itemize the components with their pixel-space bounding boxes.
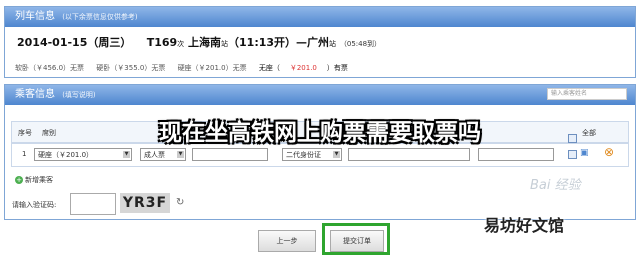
fare-soft-sleeper: 软卧（￥456.0）无票 bbox=[15, 64, 85, 72]
seat-select[interactable]: 硬座（￥201.0） ▼ bbox=[34, 148, 132, 161]
fare-standing: 无座（ ￥201.0 ）有票 bbox=[259, 64, 358, 72]
submit-order-button[interactable]: 提交订单 bbox=[330, 230, 384, 252]
ticket-type-select[interactable]: 成人票 ▼ bbox=[140, 148, 186, 161]
baidu-watermark: Bai 经验 bbox=[530, 178, 581, 193]
train-number: T169 bbox=[146, 36, 178, 49]
destination-suffix: 站 bbox=[329, 40, 337, 48]
prev-step-button[interactable]: 上一步 bbox=[258, 230, 316, 252]
passenger-header: 乘客信息 (填写说明) bbox=[5, 85, 635, 105]
captcha-label: 请输入验证码: bbox=[12, 201, 57, 209]
passenger-help-link[interactable]: (填写说明) bbox=[62, 91, 95, 99]
travel-date: 2014-01-15（周三） bbox=[17, 36, 132, 49]
add-passenger-label: 新增乘客 bbox=[25, 176, 53, 184]
arrival-time: （05:48到） bbox=[339, 40, 382, 48]
id-number-input[interactable] bbox=[348, 148, 470, 161]
overlay-title: 现在坐高铁网上购票需要取票吗 bbox=[159, 120, 481, 146]
row-checkbox[interactable] bbox=[568, 150, 577, 159]
standing-price: ￥201.0 bbox=[289, 64, 317, 72]
chevron-down-icon: ▼ bbox=[123, 151, 130, 158]
fare-list: 软卧（￥456.0）无票 硬卧（￥355.0）无票 硬座（￥201.0）无票 无… bbox=[15, 63, 368, 73]
save-icon[interactable]: ▣ bbox=[580, 148, 589, 158]
destination-station: 广州 bbox=[307, 36, 330, 49]
add-passenger-link[interactable]: + 新增乘客 bbox=[15, 175, 53, 185]
passenger-title: 乘客信息 bbox=[15, 89, 55, 100]
id-type-value: 二代身份证 bbox=[286, 151, 321, 159]
train-summary: 2014-01-15（周三） T169次 上海南站（11:13开）—广州站 （0… bbox=[17, 34, 381, 50]
name-input[interactable] bbox=[192, 148, 268, 161]
id-type-select[interactable]: 二代身份证 ▼ bbox=[282, 148, 342, 161]
standing-label: 无座（ bbox=[258, 64, 280, 72]
train-info-panel: 列车信息 (以下余票信息仅供参考) 2014-01-15（周三） T169次 上… bbox=[4, 6, 636, 78]
fare-hard-sleeper: 硬卧（￥355.0）无票 bbox=[96, 64, 166, 72]
origin-suffix: 站 bbox=[221, 40, 229, 48]
captcha-image: YR3F bbox=[120, 193, 170, 213]
site-watermark: 易坊好文馆 bbox=[484, 216, 565, 235]
depart-time: （11:13开） bbox=[228, 36, 297, 49]
chevron-down-icon: ▼ bbox=[333, 151, 340, 158]
standing-status: ）有票 bbox=[326, 64, 348, 72]
train-info-title: 列车信息 bbox=[15, 11, 55, 22]
route-dash: — bbox=[296, 36, 308, 49]
train-info-header: 列车信息 (以下余票信息仅供参考) bbox=[5, 7, 635, 27]
phone-input[interactable] bbox=[478, 148, 554, 161]
ticket-type-value: 成人票 bbox=[144, 151, 165, 159]
captcha-input[interactable] bbox=[70, 193, 116, 215]
plus-icon: + bbox=[15, 176, 23, 184]
train-suffix: 次 bbox=[177, 40, 185, 48]
origin-station: 上海南 bbox=[188, 36, 222, 49]
row-index: 1 bbox=[22, 150, 27, 158]
chevron-down-icon: ▼ bbox=[177, 151, 184, 158]
seat-value: 硬座（￥201.0） bbox=[38, 151, 94, 159]
fare-hard-seat: 硬座（￥201.0）无票 bbox=[177, 64, 247, 72]
refresh-icon[interactable]: ↻ bbox=[176, 197, 184, 208]
passenger-search-input[interactable]: 输入乘客姓名 bbox=[547, 88, 627, 100]
train-info-subtitle: (以下余票信息仅供参考) bbox=[62, 13, 138, 21]
delete-icon[interactable]: ⊗ bbox=[604, 145, 614, 159]
